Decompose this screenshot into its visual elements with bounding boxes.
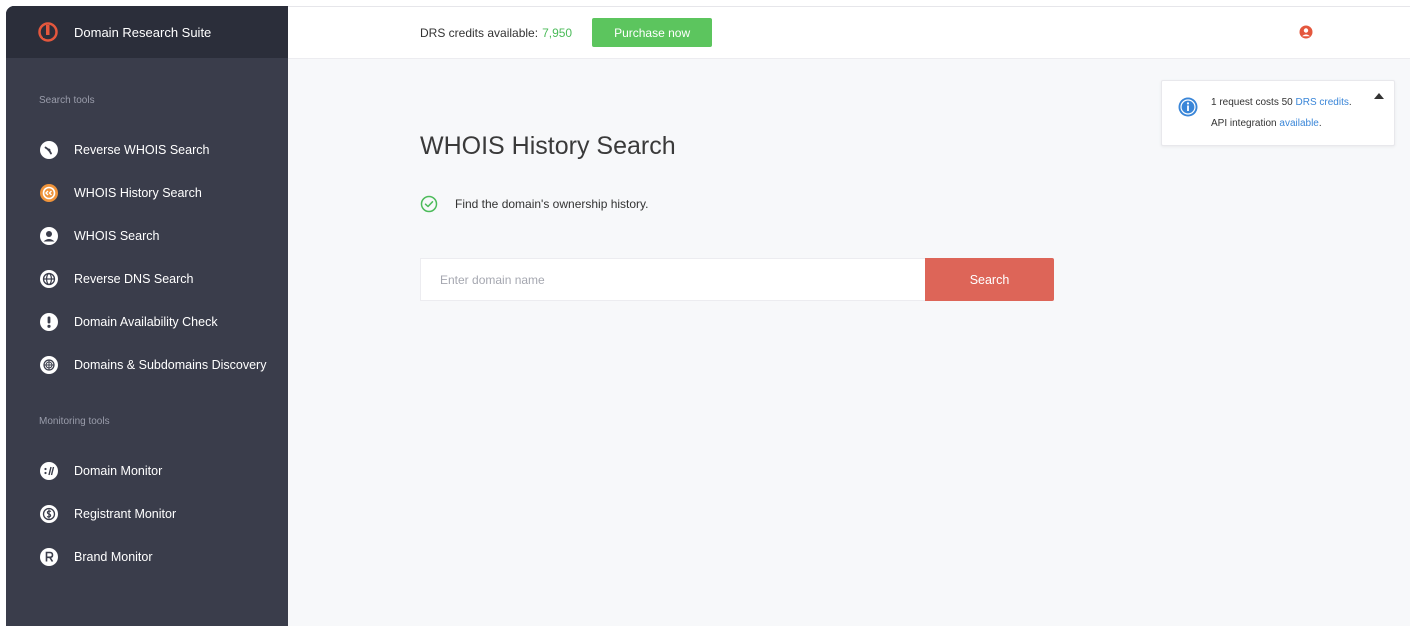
- brand-monitor-icon: [39, 547, 59, 567]
- sidebar-item-label: Domain Availability Check: [74, 314, 218, 329]
- sidebar-item-label: Domains & Subdomains Discovery: [74, 357, 267, 372]
- monitoring-tools-label: Monitoring tools: [39, 416, 110, 427]
- registrant-monitor-icon: [39, 504, 59, 524]
- user-circle-icon: [39, 226, 59, 246]
- purchase-now-button[interactable]: Purchase now: [592, 18, 713, 47]
- sidebar-item-whois-search[interactable]: WHOIS Search: [6, 214, 288, 257]
- sidebar-item-label: Reverse WHOIS Search: [74, 142, 210, 157]
- sidebar-item-domain-monitor[interactable]: Domain Monitor: [6, 449, 288, 492]
- logo-icon: [38, 22, 58, 42]
- credit-cost-text: 1 request costs 50 DRS credits.: [1211, 97, 1352, 108]
- credits-label: DRS credits available:: [420, 25, 539, 40]
- globe-icon: [39, 269, 59, 289]
- page-title: WHOIS History Search: [420, 132, 676, 160]
- sidebar-item-label: Domain Monitor: [74, 463, 163, 478]
- sidebar: Domain Research Suite Search tools Rever…: [6, 6, 288, 626]
- credit-cost-suffix: .: [1348, 97, 1352, 108]
- sidebar-item-domain-availability[interactable]: Domain Availability Check: [6, 300, 288, 343]
- sidebar-item-label: WHOIS History Search: [74, 185, 202, 200]
- sidebar-item-subdomains-discovery[interactable]: Domains & Subdomains Discovery: [6, 343, 288, 386]
- history-icon: [39, 183, 59, 203]
- sidebar-item-label: Brand Monitor: [74, 549, 153, 564]
- collapse-caret-icon[interactable]: [1374, 87, 1384, 99]
- sidebar-item-registrant-monitor[interactable]: Registrant Monitor: [6, 492, 288, 535]
- api-available-link[interactable]: available: [1279, 118, 1318, 129]
- sidebar-item-brand-monitor[interactable]: Brand Monitor: [6, 535, 288, 578]
- top-bar: DRS credits available: 7,950 Purchase now: [288, 6, 1410, 59]
- user-account-icon[interactable]: [1299, 25, 1313, 39]
- sidebar-item-whois-history[interactable]: WHOIS History Search: [6, 171, 288, 214]
- domain-search-input[interactable]: [420, 258, 925, 301]
- alert-icon: [39, 312, 59, 332]
- search-tools-label: Search tools: [39, 95, 95, 106]
- sidebar-item-label: Reverse DNS Search: [74, 271, 194, 286]
- sidebar-item-reverse-dns[interactable]: Reverse DNS Search: [6, 257, 288, 300]
- sidebar-item-label: WHOIS Search: [74, 228, 160, 243]
- sidebar-item-reverse-whois[interactable]: Reverse WHOIS Search: [6, 128, 288, 171]
- check-circle-icon: [420, 195, 438, 213]
- main-content: WHOIS History Search Find the domain's o…: [288, 59, 1410, 626]
- app-title: Domain Research Suite: [74, 24, 212, 40]
- reverse-whois-icon: [39, 140, 59, 160]
- discovery-icon: [39, 355, 59, 375]
- search-form: Search: [420, 258, 1054, 301]
- credits-value: 7,950: [542, 25, 573, 40]
- credits-display: DRS credits available: 7,950: [420, 26, 572, 40]
- api-integration-prefix: API integration: [1211, 118, 1277, 129]
- api-integration-suffix: .: [1318, 118, 1322, 129]
- feature-description-text: Find the domain's ownership history.: [455, 197, 649, 211]
- drs-credits-link[interactable]: DRS credits: [1296, 97, 1349, 108]
- feature-description: Find the domain's ownership history.: [420, 195, 649, 213]
- credit-cost-prefix: 1 request costs 50: [1211, 97, 1293, 108]
- sidebar-item-label: Registrant Monitor: [74, 506, 177, 521]
- info-icon: [1178, 97, 1198, 117]
- search-button[interactable]: Search: [925, 258, 1054, 301]
- brand-header[interactable]: Domain Research Suite: [6, 6, 288, 58]
- api-integration-text: API integration available.: [1211, 118, 1322, 129]
- domain-monitor-icon: [39, 461, 59, 481]
- info-popup: 1 request costs 50 DRS credits. API inte…: [1161, 80, 1395, 146]
